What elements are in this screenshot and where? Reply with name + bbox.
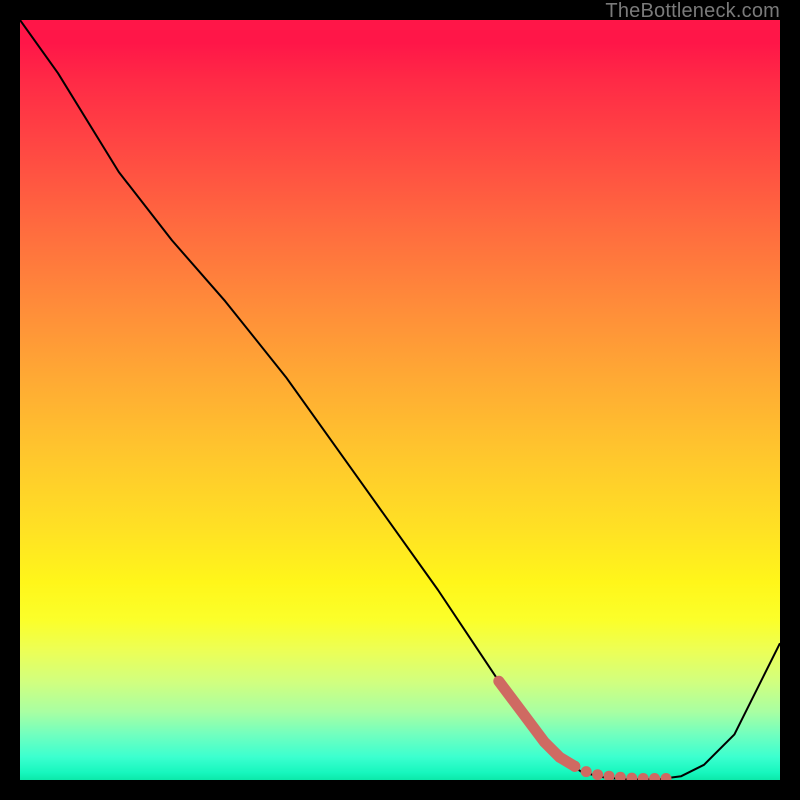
highlight-dot xyxy=(649,773,660,780)
chart-frame: TheBottleneck.com xyxy=(0,0,800,800)
highlight-dot xyxy=(615,772,626,780)
plot-area xyxy=(20,20,780,780)
highlight-dot xyxy=(592,769,603,780)
highlight-dot xyxy=(626,773,637,780)
highlight-dot xyxy=(638,773,649,780)
highlight-dot xyxy=(604,771,615,780)
highlight-dot xyxy=(581,766,592,777)
bottleneck-curve xyxy=(20,20,780,779)
plot-svg xyxy=(20,20,780,780)
highlight-dot xyxy=(569,761,580,772)
highlight-dot xyxy=(661,773,672,780)
highlight-stroke xyxy=(499,681,575,766)
